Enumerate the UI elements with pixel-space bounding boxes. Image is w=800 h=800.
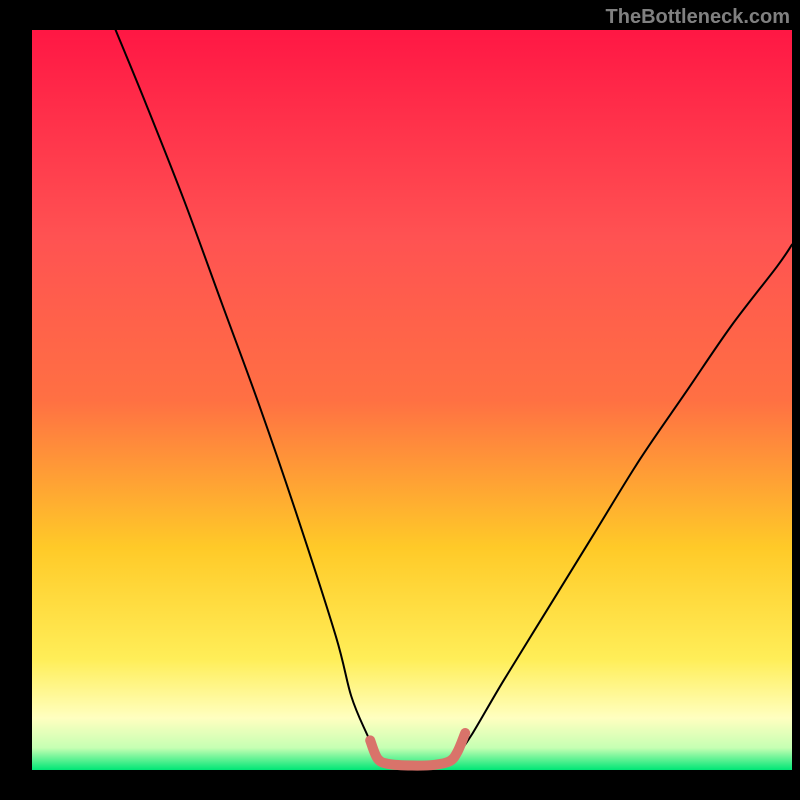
bottleneck-chart: TheBottleneck.com <box>0 0 800 800</box>
plot-background <box>32 30 792 770</box>
watermark-text: TheBottleneck.com <box>606 6 790 29</box>
chart-svg <box>0 0 800 800</box>
